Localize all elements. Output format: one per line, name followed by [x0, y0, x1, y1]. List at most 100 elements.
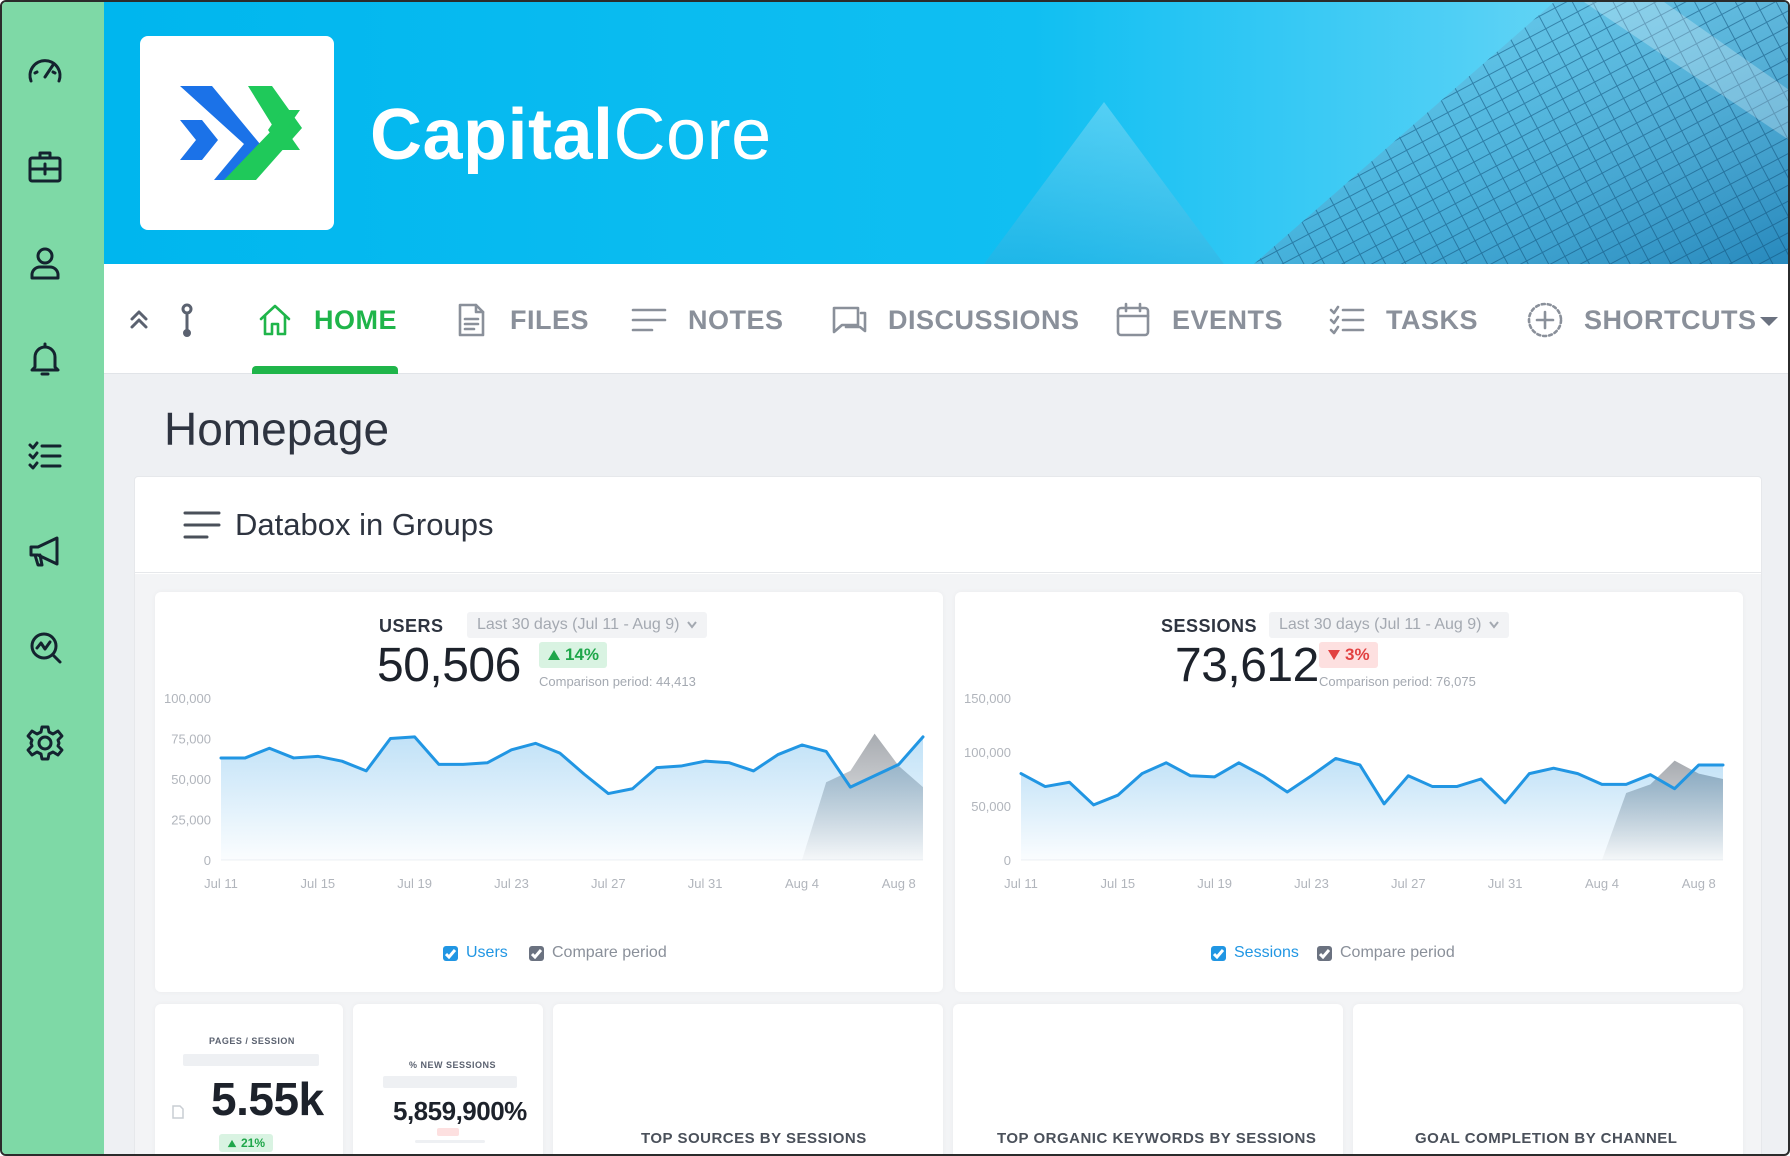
tab-label: EVENTS — [1172, 304, 1284, 335]
panel-title: Databox in Groups — [235, 507, 494, 542]
tasks-icon — [1329, 305, 1365, 335]
top-sources-title: TOP SOURCES BY SESSIONS — [641, 1130, 867, 1147]
y-tick-label: 0 — [1004, 853, 1011, 868]
tab-label: FILES — [510, 304, 590, 335]
x-tick-label: Aug 4 — [785, 876, 819, 891]
new-sessions-comparison — [415, 1140, 485, 1143]
x-tick-label: Jul 27 — [1391, 876, 1426, 891]
series-area — [1021, 758, 1723, 860]
legend-compare-period[interactable]: Compare period — [529, 944, 667, 962]
drag-handle-icon[interactable] — [172, 300, 202, 340]
tab-home[interactable]: HOME — [256, 290, 397, 350]
tab-files[interactable]: FILES — [452, 290, 589, 350]
top-nav: HOME FILES NOTES DISCUSSIONS EVENTS TASK… — [104, 264, 1788, 374]
sessions-line-chart: 0 50,000 100,000 150,000 Jul 11 Jul 15 Jul 19 J… — [964, 691, 1725, 891]
logo-mark-icon — [180, 86, 302, 180]
new-sessions-title: % NEW SESSIONS — [409, 1060, 497, 1070]
tab-notes[interactable]: NOTES — [630, 290, 784, 350]
users-card: USERS Last 30 days (Jul 11 - Aug 9) 50,5… — [155, 592, 943, 992]
y-tick-label: 100,000 — [164, 691, 211, 706]
discussion-icon — [832, 306, 867, 334]
checkbox-checked-icon — [1211, 945, 1226, 961]
menu-icon[interactable] — [183, 509, 221, 541]
dashboard-area: USERS Last 30 days (Jul 11 - Aug 9) 50,5… — [135, 574, 1761, 1154]
tab-tasks[interactable]: TASKS — [1328, 290, 1478, 350]
checkbox-checked-icon — [443, 945, 458, 961]
tab-label: TASKS — [1386, 304, 1479, 335]
legend-users[interactable]: Users — [443, 944, 508, 962]
legend-compare-period[interactable]: Compare period — [1317, 944, 1455, 962]
x-tick-label: Jul 19 — [1197, 876, 1232, 891]
new-sessions-value: 5,859,900% — [393, 1096, 527, 1126]
calendar-icon — [1116, 302, 1150, 337]
bell-icon[interactable] — [22, 336, 68, 382]
x-tick-label: Jul 11 — [204, 876, 238, 891]
x-tick-label: Jul 27 — [591, 876, 626, 891]
x-tick-label: Jul 11 — [1004, 876, 1038, 891]
triangle-up-icon — [227, 1139, 237, 1147]
page-title: Homepage — [164, 403, 390, 455]
x-tick-label: Aug 8 — [882, 876, 916, 891]
pages-session-value: 5.55k — [211, 1073, 324, 1125]
change-value: 21% — [241, 1136, 266, 1150]
legend-label: Compare period — [552, 944, 667, 961]
x-tick-label: Jul 19 — [397, 876, 432, 891]
tab-label: NOTES — [688, 304, 784, 335]
checklist-icon[interactable] — [22, 432, 68, 478]
y-tick-label: 75,000 — [171, 732, 211, 747]
legend-sessions[interactable]: Sessions — [1211, 944, 1299, 962]
gear-icon[interactable] — [22, 720, 68, 766]
new-sessions-range[interactable] — [383, 1076, 517, 1088]
user-icon[interactable] — [22, 240, 68, 286]
legend-label: Users — [466, 944, 508, 961]
collapse-icon[interactable] — [124, 300, 154, 340]
legend-label: Sessions — [1234, 944, 1299, 961]
y-tick-label: 0 — [204, 853, 211, 868]
databox-panel: Databox in Groups USERS Last 30 days (Ju… — [134, 476, 1762, 1154]
chevron-down-icon[interactable] — [1754, 306, 1784, 336]
speedometer-icon[interactable] — [22, 48, 68, 94]
pages-session-change-badge: 21% — [219, 1134, 274, 1152]
x-tick-label: Jul 23 — [494, 876, 529, 891]
series-area — [221, 736, 923, 860]
x-tick-label: Jul 15 — [1100, 876, 1135, 891]
users-line-chart: 0 25,000 50,000 75,000 100,000 Jul 11 Jul 15 Ju… — [164, 691, 925, 891]
x-tick-label: Aug 8 — [1682, 876, 1716, 891]
y-tick-label: 150,000 — [964, 691, 1011, 706]
tab-label: HOME — [314, 304, 397, 335]
y-tick-label: 50,000 — [971, 799, 1011, 814]
plus-circle-icon — [1527, 302, 1563, 338]
top-sources-card: TOP SOURCES BY SESSIONS — [553, 1004, 943, 1154]
x-tick-label: Aug 4 — [1585, 876, 1619, 891]
notes-icon — [631, 308, 667, 332]
tab-shortcuts[interactable]: SHORTCUTS — [1526, 290, 1757, 350]
new-sessions-card: % NEW SESSIONS 5,859,900% — [353, 1004, 543, 1154]
tab-label: DISCUSSIONS — [888, 304, 1080, 335]
x-tick-label: Jul 15 — [300, 876, 335, 891]
left-rail — [2, 2, 104, 1154]
pages-session-title: PAGES / SESSION — [209, 1036, 295, 1046]
megaphone-icon[interactable] — [22, 528, 68, 574]
sessions-card: SESSIONS Last 30 days (Jul 11 - Aug 9) 7… — [955, 592, 1743, 992]
y-tick-label: 25,000 — [171, 813, 211, 828]
checkbox-checked-icon — [1317, 945, 1332, 961]
brand-logo[interactable] — [140, 36, 334, 230]
tab-discussions[interactable]: DISCUSSIONS — [830, 290, 1080, 350]
panel-header: Databox in Groups — [135, 477, 1761, 573]
checkbox-checked-icon — [529, 945, 544, 961]
building-illustration — [984, 2, 1788, 264]
home-icon — [259, 304, 291, 336]
top-keywords-title: TOP ORGANIC KEYWORDS BY SESSIONS — [997, 1130, 1317, 1147]
new-sessions-change-badge — [437, 1128, 459, 1136]
pages-session-range[interactable] — [183, 1054, 319, 1066]
file-icon — [458, 303, 485, 337]
y-tick-label: 100,000 — [964, 745, 1011, 760]
active-tab-indicator — [252, 366, 398, 374]
pages-session-card: PAGES / SESSION 5.55k 21% — [155, 1004, 343, 1154]
x-tick-label: Jul 31 — [688, 876, 723, 891]
top-keywords-card: TOP ORGANIC KEYWORDS BY SESSIONS — [953, 1004, 1343, 1154]
tab-events[interactable]: EVENTS — [1114, 290, 1283, 350]
toolbox-icon[interactable] — [22, 144, 68, 190]
x-tick-label: Jul 31 — [1488, 876, 1523, 891]
analytics-icon[interactable] — [22, 624, 68, 670]
